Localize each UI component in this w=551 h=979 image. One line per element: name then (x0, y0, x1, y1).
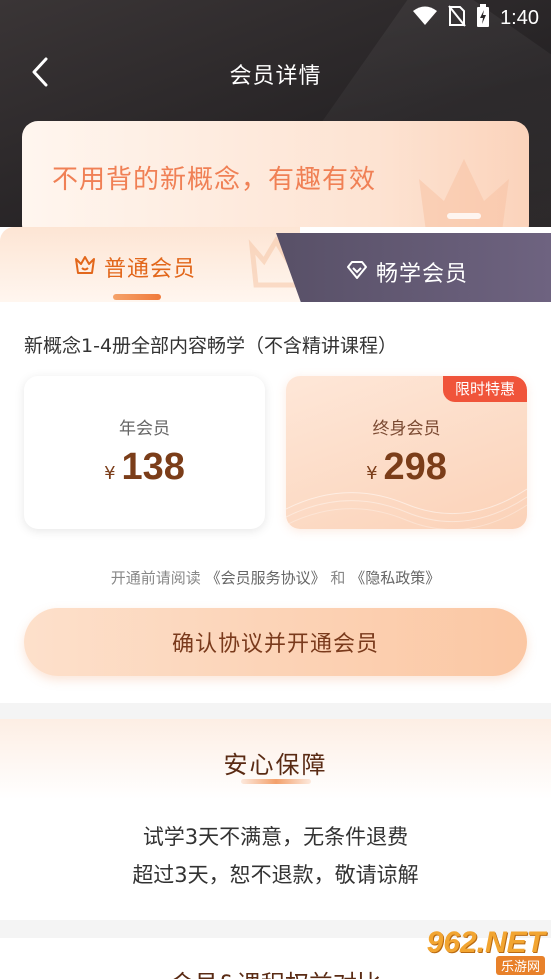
plan-name: 终身会员 (372, 419, 441, 439)
agreement-notice: 开通前请阅读 《会员服务协议》 和 《隐私政策》 (0, 567, 551, 588)
confirm-subscribe-button[interactable]: 确认协议并开通会员 (24, 608, 527, 676)
guarantee-section: 安心保障 试学3天不满意，无条件退费 超过3天，恕不退款，敬请谅解 (0, 719, 551, 920)
plan-price: ¥138 (24, 446, 265, 489)
tab-normal-label: 普通会员 (104, 257, 197, 282)
guarantee-line-2: 超过3天，恕不退款，敬请谅解 (132, 863, 419, 887)
status-icons: 1:40 (412, 4, 539, 32)
status-time: 1:40 (500, 6, 539, 29)
promo-banner: 不用背的新概念，有趣有效 (22, 121, 529, 241)
agreement-and: 和 (330, 569, 346, 587)
plan-card-year[interactable]: 年会员 ¥138 (24, 376, 265, 529)
plan-name: 年会员 (119, 419, 170, 439)
currency-symbol: ¥ (104, 463, 116, 484)
no-sim-icon (448, 5, 466, 31)
limited-offer-badge: 限时特惠 (442, 376, 527, 402)
active-tab-indicator (113, 294, 161, 300)
tab-smooth-label: 畅学会员 (376, 262, 469, 287)
status-bar: 1:40 (0, 0, 551, 36)
plan-description: 新概念1-4册全部内容畅学（不含精讲课程） (24, 335, 398, 357)
banner-slogan: 不用背的新概念，有趣有效 (52, 165, 377, 195)
tab-normal-member[interactable]: 普通会员 (74, 251, 196, 283)
guarantee-title: 安心保障 (223, 751, 328, 779)
diamond-heart-icon (346, 259, 368, 285)
title-underline (241, 779, 311, 784)
guarantee-line-1: 试学3天不满意，无条件退费 (142, 825, 409, 849)
site-watermark-logo: 962.NET 乐游网 (427, 926, 545, 975)
service-agreement-link[interactable]: 《会员服务协议》 (206, 569, 326, 587)
battery-charging-icon (476, 4, 490, 32)
plan-price: ¥298 (286, 446, 527, 489)
crown-decoration-icon (409, 139, 519, 241)
tab-smooth-member[interactable]: 畅学会员 (346, 256, 468, 288)
watermark-bottom: 乐游网 (495, 956, 545, 975)
privacy-policy-link[interactable]: 《隐私政策》 (350, 569, 440, 587)
agreement-prefix: 开通前请阅读 (110, 569, 201, 587)
price-value: 298 (383, 446, 447, 488)
price-value: 138 (121, 446, 185, 488)
plan-card-lifetime[interactable]: 限时特惠 终身会员 ¥298 (286, 376, 527, 529)
wifi-icon (412, 6, 438, 30)
membership-panel: 普通会员 畅学会员 新概念1-4册全部内容畅学（不含精讲课程） 年会员 ¥138… (0, 227, 551, 703)
page-title: 会员详情 (229, 64, 322, 89)
watermark-top: 962.NET (426, 926, 545, 959)
nav-bar: 会员详情 (0, 48, 551, 100)
crown-icon (74, 254, 96, 280)
currency-symbol: ¥ (366, 463, 378, 484)
